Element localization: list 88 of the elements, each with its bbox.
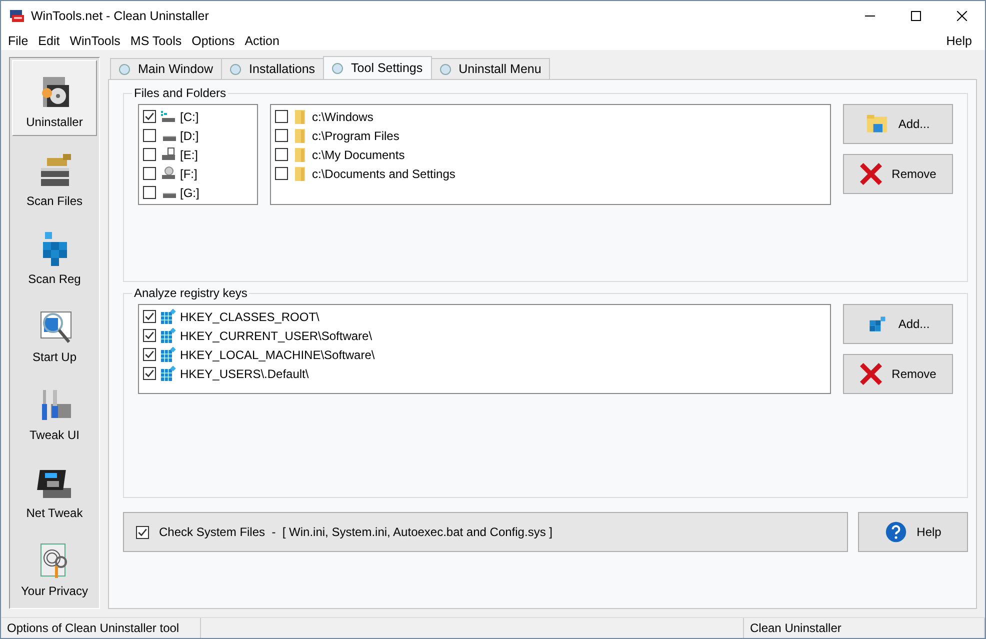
cross-icon [860, 163, 882, 186]
folder-icon [292, 146, 308, 163]
status-text: Clean Uninstaller [744, 618, 985, 638]
registry-key-list[interactable]: HKEY_CLASSES_ROOT\ HKEY_CURRENT_USER\Software\ HKEY_LOCAL_MACHINE\Software\ HKEY_USERS\.Default\ [138, 304, 831, 394]
registry-key-path: HKEY_USERS\.Default\ [180, 366, 309, 381]
remove-button[interactable]: Remove [843, 154, 953, 194]
checkbox[interactable] [275, 148, 288, 162]
menu-item[interactable]: Help [941, 34, 977, 48]
sidebar-label: Tweak UI [29, 428, 80, 442]
drive-label: [E:] [180, 148, 198, 162]
radio-icon [440, 64, 451, 75]
folder-path: c:\Windows [312, 110, 374, 124]
tab[interactable]: Main Window [110, 58, 222, 80]
tab[interactable]: Uninstall Menu [430, 58, 550, 80]
checkbox[interactable] [143, 348, 156, 362]
drive-label: [C:] [180, 110, 199, 124]
menu-item[interactable]: WinTools [64, 34, 126, 48]
sidebar-label: Start Up [32, 350, 76, 364]
checkbox[interactable] [143, 148, 156, 162]
checkbox[interactable] [143, 186, 156, 200]
sidebar-label: Your Privacy [21, 584, 88, 598]
sidebar-label: Net Tweak [26, 506, 83, 520]
registry-key-icon [160, 366, 176, 382]
checkbox[interactable] [136, 526, 149, 539]
folder-icon [292, 166, 308, 182]
tab[interactable]: Installations [221, 58, 324, 80]
drive-list[interactable]: [C:] [D:] [E:] [F:] [G:] [138, 104, 258, 206]
sidebar-item[interactable]: Your Privacy [12, 528, 97, 604]
floppy-drive-icon [160, 146, 176, 163]
folder-icon [292, 108, 308, 125]
help-icon [884, 521, 907, 544]
status-text: Options of Clean Uninstaller tool [1, 618, 201, 638]
sidebar-label: Scan Files [26, 194, 83, 208]
sidebar-item[interactable]: Start Up [12, 294, 97, 370]
radio-icon [230, 64, 242, 75]
registry-key-icon [160, 328, 176, 344]
sidebar-item[interactable]: Uninstaller [12, 60, 97, 136]
registry-key-path: HKEY_LOCAL_MACHINE\Software\ [180, 348, 375, 362]
drive-label: [G:] [180, 186, 200, 200]
folder-icon [866, 113, 888, 136]
radio-icon [332, 62, 344, 74]
menu-item[interactable]: File [3, 34, 34, 48]
radio-icon [119, 64, 130, 75]
drive-icon [163, 192, 176, 198]
sidebar-label: Uninstaller [26, 115, 83, 130]
sidebar-item[interactable]: Net Tweak [12, 450, 97, 526]
folder-path: c:\Program Files [312, 128, 400, 143]
checkbox[interactable] [275, 110, 288, 124]
registry-key-icon [160, 346, 176, 363]
menu-item[interactable]: Action [240, 34, 284, 48]
group-title: Files and Folders [133, 86, 228, 100]
add-button[interactable]: Add... [843, 104, 953, 144]
sidebar-item[interactable]: Scan Reg [12, 216, 97, 292]
folder-icon [292, 128, 308, 144]
tab[interactable]: Tool Settings [323, 56, 432, 80]
remove-button[interactable]: Remove [843, 354, 953, 394]
drive-label: [D:] [180, 128, 199, 143]
drive-icon [163, 136, 176, 141]
registry-key-path: HKEY_CLASSES_ROOT\ [180, 310, 320, 324]
sidebar-item[interactable]: Scan Files [12, 138, 97, 214]
checkbox[interactable] [143, 367, 156, 380]
window-title: WinTools.net - Clean Uninstaller [31, 9, 209, 23]
folder-path: c:\Documents and Settings [312, 166, 456, 181]
registry-key-icon [160, 308, 176, 325]
cross-icon [860, 363, 882, 386]
menu-item[interactable]: Edit [33, 34, 65, 48]
menu-item[interactable]: Options [186, 34, 240, 48]
sidebar-label: Scan Reg [28, 272, 81, 286]
checkbox[interactable] [143, 310, 156, 324]
menu-item[interactable]: MS Tools [125, 34, 187, 48]
group-title: Analyze registry keys [133, 286, 248, 300]
system-drive-icon [160, 108, 176, 125]
add-button[interactable]: Add... [843, 304, 953, 344]
checkbox-label: Check System Files - [ Win.ini, System.ini, Autoexec.bat and Config.sys ] [159, 525, 552, 540]
sidebar-item[interactable]: Tweak UI [12, 372, 97, 448]
checkbox[interactable] [275, 167, 288, 180]
folder-path: c:\My Documents [312, 148, 405, 162]
checkbox[interactable] [143, 129, 156, 142]
folder-list[interactable]: c:\Windows c:\Program Files c:\My Documents c:\Documents and Settings [270, 104, 831, 206]
app-icon [9, 8, 25, 24]
registry-key-path: HKEY_CURRENT_USER\Software\ [180, 328, 372, 343]
checkbox[interactable] [275, 129, 288, 142]
help-button[interactable]: Help [858, 512, 968, 552]
checkbox[interactable] [143, 329, 156, 342]
cd-drive-icon [160, 166, 176, 182]
checkbox[interactable] [143, 167, 156, 180]
checkbox[interactable] [143, 110, 156, 124]
drive-label: [F:] [180, 166, 198, 181]
